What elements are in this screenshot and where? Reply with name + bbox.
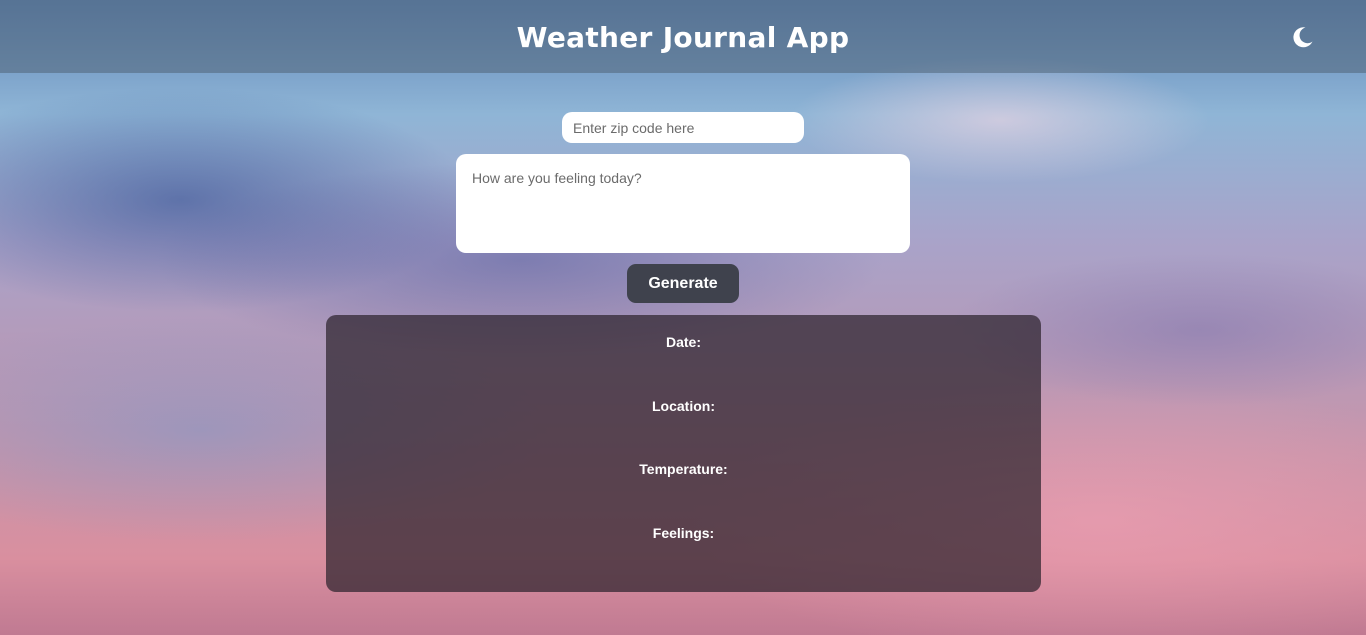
entry-date-label: Date:: [665, 334, 701, 350]
entry-panel: Date: Location: Temperature: Feelings:: [326, 315, 1041, 592]
app-header: Weather Journal App: [0, 0, 1366, 73]
generate-button[interactable]: Generate: [627, 264, 739, 303]
page-title: Weather Journal App: [516, 21, 850, 54]
zip-code-input[interactable]: [562, 112, 804, 143]
feelings-textarea[interactable]: [456, 154, 910, 253]
entry-temperature-label: Temperature:: [639, 461, 728, 477]
theme-toggle-button[interactable]: [1290, 24, 1316, 50]
moon-icon: [1293, 27, 1313, 48]
entry-location-label: Location:: [652, 398, 715, 414]
entry-feelings-label: Feelings:: [652, 525, 715, 541]
